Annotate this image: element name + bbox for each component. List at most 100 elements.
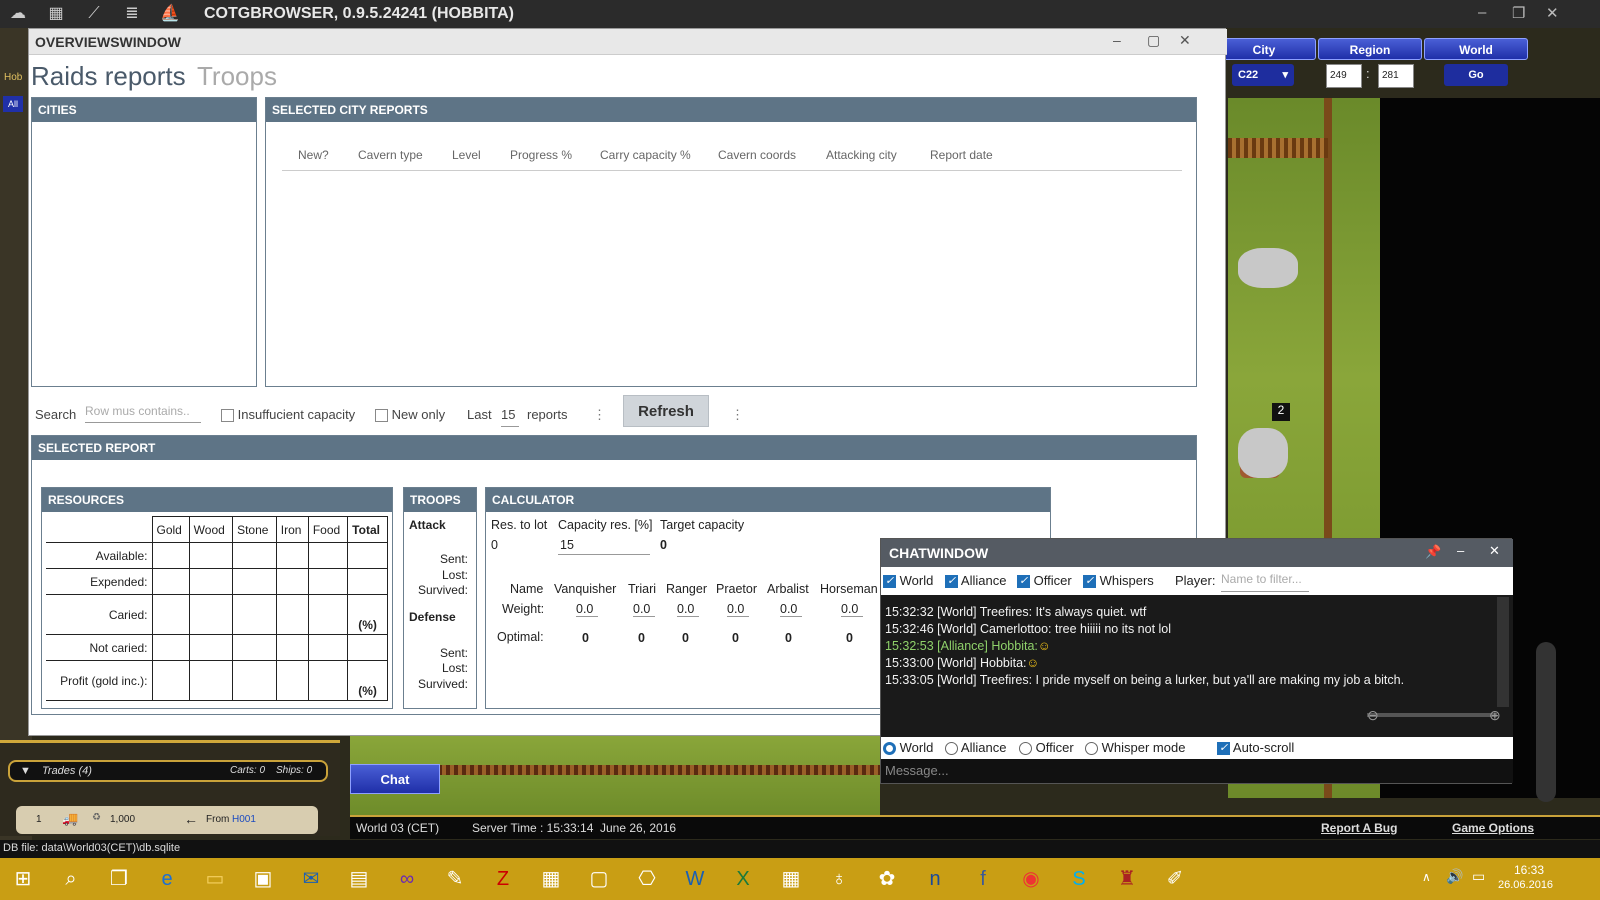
refresh-button[interactable]: Refresh: [623, 395, 709, 427]
mode-whisper[interactable]: Whisper mode: [1085, 740, 1185, 756]
weight-praetor[interactable]: 0.0: [727, 602, 749, 617]
last-count-input[interactable]: 15: [501, 407, 519, 427]
search-input[interactable]: Row mus contains..: [85, 401, 201, 423]
network-icon[interactable]: ⎔: [630, 862, 664, 896]
filter-officer[interactable]: Officer: [1017, 573, 1072, 589]
chat-scrollbar[interactable]: [1497, 597, 1509, 707]
col-progress[interactable]: Progress %: [510, 148, 572, 162]
skype-icon[interactable]: S: [1062, 862, 1096, 896]
weight-vanquisher[interactable]: 0.0: [576, 602, 598, 617]
chart-app-icon[interactable]: ▦: [534, 862, 568, 896]
col-cavern-coords[interactable]: Cavern coords: [718, 148, 796, 162]
app-icon[interactable]: ▤: [342, 862, 376, 896]
task-view-icon[interactable]: ❐: [102, 862, 136, 896]
chat-bubble-icon[interactable]: ☁: [8, 4, 28, 24]
chat-log[interactable]: 15:32:32 [World] Treefires: It's always …: [881, 595, 1513, 737]
n-app-icon[interactable]: n: [918, 862, 952, 896]
chat-titlebar[interactable]: CHATWINDOW 📌 – ✕: [881, 539, 1513, 567]
maximize-icon[interactable]: ▢: [1147, 32, 1160, 49]
col-new[interactable]: New?: [298, 148, 329, 162]
mode-officer[interactable]: Officer: [1019, 740, 1074, 756]
tab-troops[interactable]: Troops: [197, 61, 277, 92]
folder-icon[interactable]: ▭: [198, 862, 232, 896]
zoom-track[interactable]: [1536, 642, 1556, 802]
excel-icon[interactable]: X: [726, 862, 760, 896]
tools-icon[interactable]: ✎: [438, 862, 472, 896]
elephant-icon[interactable]: ♁: [822, 862, 856, 896]
mode-world[interactable]: World: [883, 740, 933, 756]
weight-arbalist[interactable]: 0.0: [780, 602, 802, 617]
filter-world[interactable]: World: [883, 573, 933, 589]
col-report-date[interactable]: Report date: [930, 148, 993, 162]
paint-icon[interactable]: ✿: [870, 862, 904, 896]
rocks[interactable]: [1238, 248, 1298, 288]
search-icon[interactable]: ⌕: [54, 862, 88, 896]
chart-icon[interactable]: ⟋: [84, 4, 104, 24]
world-nav-button[interactable]: World: [1424, 38, 1528, 60]
tray-chevron-icon[interactable]: ∧: [1422, 870, 1431, 884]
city-nav-button[interactable]: City: [1212, 38, 1316, 60]
report-bug-link[interactable]: Report A Bug: [1321, 821, 1397, 835]
zoom-out-icon[interactable]: ⊖: [1367, 707, 1379, 724]
edge-icon[interactable]: e: [150, 862, 184, 896]
minimize-icon[interactable]: –: [1457, 543, 1464, 558]
capacity-res-input[interactable]: 15: [558, 536, 650, 555]
notification-icon[interactable]: ▭: [1472, 868, 1485, 885]
close-icon[interactable]: ✕: [1489, 543, 1500, 559]
cotg-icon[interactable]: ♜: [1110, 862, 1144, 896]
restore-icon[interactable]: ❐: [1512, 4, 1525, 22]
new-only-checkbox[interactable]: New only: [375, 407, 445, 423]
store-icon[interactable]: ▣: [246, 862, 280, 896]
close-icon[interactable]: ✕: [1179, 32, 1191, 49]
palette-icon[interactable]: ✐: [1158, 862, 1192, 896]
trade-city-link[interactable]: H001: [232, 814, 256, 825]
coord-y-input[interactable]: 281: [1378, 64, 1414, 88]
grid-icon[interactable]: ▦: [46, 4, 66, 24]
ship-icon[interactable]: ⛵: [160, 4, 180, 24]
zoom-slider[interactable]: [1367, 713, 1497, 717]
outlook-icon[interactable]: ✉: [294, 862, 328, 896]
game-options-link[interactable]: Game Options: [1452, 821, 1534, 835]
col-carry-capacity[interactable]: Carry capacity %: [600, 148, 691, 162]
chat-message-input[interactable]: Message...: [881, 759, 1513, 783]
rocks[interactable]: [1238, 428, 1288, 478]
tab-raids-reports[interactable]: Raids reports: [31, 61, 186, 92]
col-level[interactable]: Level: [452, 148, 481, 162]
calculator-icon[interactable]: ▦: [774, 862, 808, 896]
zoom-in-icon[interactable]: ⊕: [1489, 707, 1501, 724]
visual-studio-icon[interactable]: ∞: [390, 862, 424, 896]
facebook-icon[interactable]: f: [966, 862, 1000, 896]
close-icon[interactable]: ✕: [1546, 4, 1559, 22]
windows-start-icon[interactable]: ⊞: [6, 862, 40, 896]
more-icon-right[interactable]: ⋮: [731, 407, 744, 423]
coord-x-input[interactable]: 249: [1326, 64, 1362, 88]
chrome-icon[interactable]: ◉: [1014, 862, 1048, 896]
pin-icon[interactable]: 📌: [1425, 544, 1441, 560]
clock-date[interactable]: 26.06.2016: [1498, 879, 1553, 891]
remote-desktop-icon[interactable]: ▢: [582, 862, 616, 896]
weight-triari[interactable]: 0.0: [633, 602, 655, 617]
autoscroll-checkbox[interactable]: Auto-scroll: [1217, 740, 1294, 756]
col-attacking-city[interactable]: Attacking city: [826, 148, 897, 162]
col-cavern-type[interactable]: Cavern type: [358, 148, 423, 162]
city-select[interactable]: C22 ▾: [1232, 64, 1294, 86]
all-button[interactable]: All: [3, 96, 23, 112]
weight-horseman[interactable]: 0.0: [841, 602, 863, 617]
mode-alliance[interactable]: Alliance: [945, 740, 1006, 756]
more-icon[interactable]: ⋮: [593, 407, 606, 423]
trade-row[interactable]: 1 🚚 ♻ 1,000 ← From H001: [16, 806, 318, 834]
word-icon[interactable]: W: [678, 862, 712, 896]
go-button[interactable]: Go: [1444, 64, 1508, 86]
chat-button[interactable]: Chat: [350, 764, 440, 794]
filter-whispers[interactable]: Whispers: [1083, 573, 1154, 589]
minimize-icon[interactable]: –: [1113, 32, 1121, 48]
weight-ranger[interactable]: 0.0: [677, 602, 699, 617]
insufficient-capacity-checkbox[interactable]: Insuffucient capacity: [221, 407, 355, 423]
player-filter-input[interactable]: Name to filter...: [1221, 572, 1309, 592]
filezilla-icon[interactable]: Z: [486, 862, 520, 896]
minimize-icon[interactable]: –: [1478, 4, 1486, 21]
database-icon[interactable]: ≣: [122, 4, 142, 24]
filter-alliance[interactable]: Alliance: [945, 573, 1006, 589]
volume-icon[interactable]: 🔊: [1446, 868, 1463, 885]
clock-time[interactable]: 16:33: [1514, 863, 1544, 877]
